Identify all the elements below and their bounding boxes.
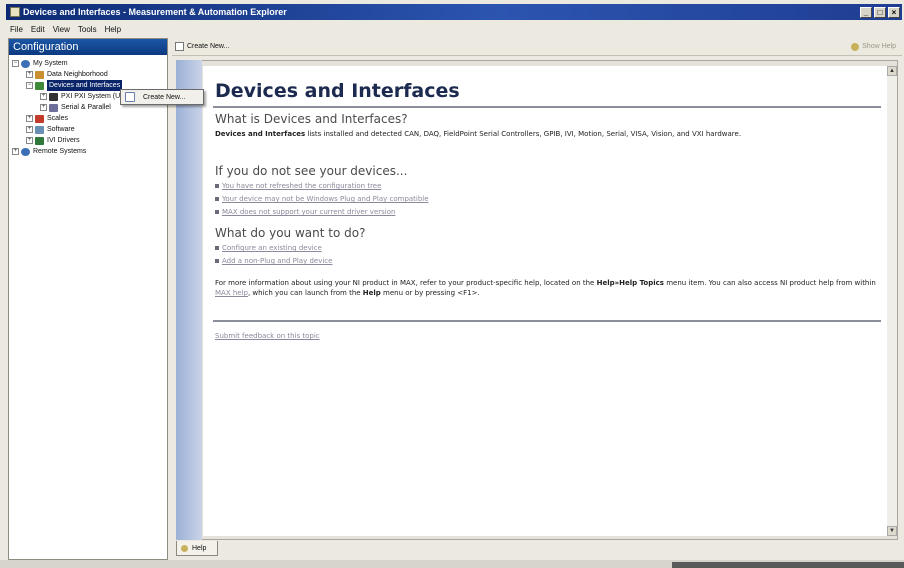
bullet-icon [215, 259, 219, 263]
create-new-button[interactable]: Create New... [187, 43, 229, 50]
not-see-heading: If you do not see your devices... [215, 164, 408, 178]
configuration-panel: Configuration − My System + Data Neighbo… [8, 38, 168, 560]
data-neighborhood-icon [35, 70, 44, 79]
collapse-icon[interactable]: − [12, 60, 19, 67]
bullet-icon [215, 246, 219, 250]
collapse-icon[interactable]: − [26, 82, 33, 89]
link-configure-device[interactable]: Configure an existing device [215, 244, 322, 252]
create-new-icon [125, 92, 135, 102]
help-decorative-bar [176, 60, 202, 540]
bullet-icon [215, 197, 219, 201]
minimize-button[interactable]: _ [860, 6, 872, 18]
window-title: Devices and Interfaces - Measurement & A… [23, 7, 287, 17]
divider [213, 320, 881, 322]
help-icon [181, 544, 188, 552]
tree-item-my-system[interactable]: − My System [9, 58, 167, 69]
tree-item-remote-systems[interactable]: + Remote Systems [9, 146, 167, 157]
computer-icon [21, 59, 30, 68]
link-refresh-tree[interactable]: You have not refreshed the configuration… [215, 182, 381, 190]
bullet-icon [215, 210, 219, 214]
expand-icon[interactable]: + [26, 115, 33, 122]
close-button[interactable]: × [888, 6, 900, 18]
link-add-device[interactable]: Add a non-Plug and Play device [215, 257, 332, 265]
menu-tools[interactable]: Tools [74, 25, 101, 34]
expand-icon[interactable]: + [40, 104, 47, 111]
context-menu-create-new[interactable]: Create New... [143, 94, 185, 101]
want-heading: What do you want to do? [215, 226, 366, 240]
divider [213, 106, 881, 108]
feedback-link[interactable]: Submit feedback on this topic [215, 332, 320, 340]
page-title: Devices and Interfaces [215, 80, 460, 102]
ivi-icon [35, 136, 44, 145]
tab-help[interactable]: Help [176, 541, 218, 556]
expand-icon[interactable]: + [12, 148, 19, 155]
status-bar [0, 560, 904, 568]
scroll-down-icon[interactable]: ▼ [887, 526, 897, 536]
configuration-header: Configuration [9, 39, 167, 55]
software-icon [35, 125, 44, 134]
scroll-up-icon[interactable]: ▲ [887, 66, 897, 76]
tree-item-software[interactable]: + Software [9, 124, 167, 135]
remote-icon [21, 147, 30, 156]
serial-icon [49, 103, 58, 112]
expand-icon[interactable]: + [26, 71, 33, 78]
tree-item-scales[interactable]: + Scales [9, 113, 167, 124]
title-bar: Devices and Interfaces - Measurement & A… [6, 4, 902, 20]
help-icon [851, 42, 860, 51]
menu-bar: File Edit View Tools Help [6, 22, 902, 36]
scales-icon [35, 114, 44, 123]
bullet-icon [215, 184, 219, 188]
what-is-heading: What is Devices and Interfaces? [215, 112, 408, 126]
menu-help[interactable]: Help [101, 25, 125, 34]
configuration-tree: − My System + Data Neighborhood − Device… [9, 55, 167, 157]
pxi-icon [49, 92, 58, 101]
help-content: Devices and Interfaces What is Devices a… [203, 66, 887, 536]
menu-file[interactable]: File [6, 25, 27, 34]
devices-icon [35, 81, 44, 90]
toolbar: Create New... Show Help [172, 38, 902, 56]
app-window: Devices and Interfaces - Measurement & A… [0, 0, 904, 568]
what-is-text: Devices and Interfaces lists installed a… [215, 130, 742, 138]
link-plug-and-play[interactable]: Your device may not be Windows Plug and … [215, 195, 429, 203]
create-new-icon [175, 42, 184, 51]
expand-icon[interactable]: + [26, 137, 33, 144]
link-driver-version[interactable]: MAX does not support your current driver… [215, 208, 395, 216]
maximize-button[interactable]: □ [874, 6, 886, 18]
context-menu: Create New... [120, 89, 204, 105]
app-icon [10, 7, 20, 17]
tree-item-ivi-drivers[interactable]: + IVI Drivers [9, 135, 167, 146]
help-scrollbar[interactable]: ▲ ▼ [887, 66, 897, 536]
tree-item-data-neighborhood[interactable]: + Data Neighborhood [9, 69, 167, 80]
show-help-button[interactable]: Show Help [851, 42, 896, 51]
menu-edit[interactable]: Edit [27, 25, 49, 34]
expand-icon[interactable]: + [40, 93, 47, 100]
more-info-text: For more information about using your NI… [215, 279, 876, 297]
max-help-link[interactable]: MAX help [215, 289, 248, 297]
menu-view[interactable]: View [49, 25, 74, 34]
expand-icon[interactable]: + [26, 126, 33, 133]
